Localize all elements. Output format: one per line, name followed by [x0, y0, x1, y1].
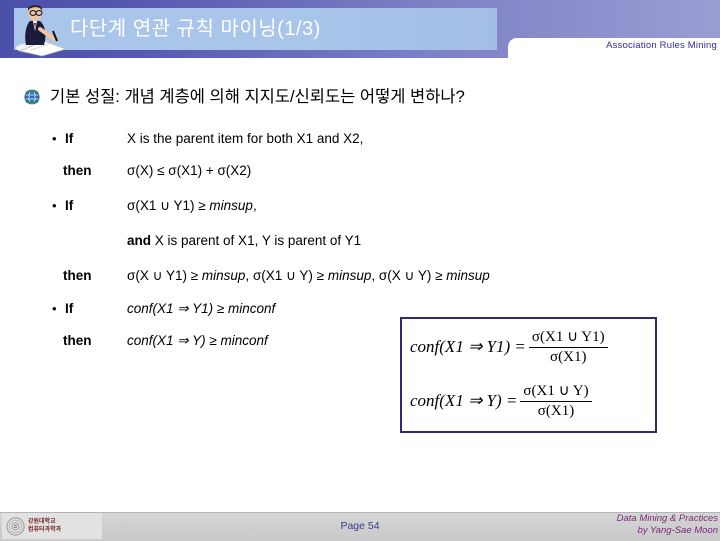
- formula-2-lhs: conf(X1 ⇒ Y) =: [410, 390, 518, 410]
- formula-1-denominator: σ(X1): [550, 349, 587, 365]
- formula-1-lhs: conf(X1 ⇒ Y1) =: [410, 336, 526, 356]
- block2-and-text: and X is parent of X1, Y is parent of Y1: [127, 233, 362, 248]
- block2-if-line: • If σ(X1 ∪ Y1) ≥ minsup,: [0, 195, 720, 217]
- then-keyword: then: [63, 333, 92, 348]
- then-keyword: then: [63, 268, 92, 283]
- if-keyword: If: [65, 301, 74, 316]
- formula-2-fraction: σ(X1 ∪ Y) σ(X1): [520, 381, 592, 420]
- block2-if-text: σ(X1 ∪ Y1) ≥ minsup,: [127, 198, 257, 213]
- if-keyword: If: [65, 131, 74, 146]
- subtitle-label: Association Rules Mining: [606, 40, 717, 51]
- formula-1-numerator: σ(X1 ∪ Y1): [528, 327, 608, 348]
- block3-then-text: conf(X1 ⇒ Y) ≥ minconf: [127, 333, 268, 348]
- and-keyword: and: [127, 233, 152, 248]
- if-keyword: If: [65, 198, 74, 213]
- block1-then-line: then σ(X) ≤ σ(X1) + σ(X2): [0, 160, 720, 182]
- formula-equation-2: conf(X1 ⇒ Y) = σ(X1 ∪ Y) σ(X1): [410, 381, 592, 420]
- block2-then-text: σ(X ∪ Y1) ≥ minsup, σ(X1 ∪ Y) ≥ minsup, …: [127, 268, 490, 283]
- block2-then-line: then σ(X ∪ Y1) ≥ minsup, σ(X1 ∪ Y) ≥ min…: [0, 265, 720, 287]
- formula-equation-1: conf(X1 ⇒ Y1) = σ(X1 ∪ Y1) σ(X1): [410, 327, 608, 366]
- minsup-italic: minsup: [209, 198, 253, 213]
- page-title: 다단계 연관 규칙 마이닝(1/3): [70, 18, 321, 40]
- bullet-dot: •: [52, 198, 57, 213]
- bullet-dot: •: [52, 301, 57, 316]
- main-bullet-label: 기본 성질: 개념 계층에 의해 지지도/신뢰도는 어떻게 변하나?: [50, 88, 465, 106]
- bullet-dot: •: [52, 131, 57, 146]
- formula-2-denominator: σ(X1): [537, 403, 575, 419]
- block3-if-text: conf(X1 ⇒ Y1) ≥ minconf: [127, 301, 276, 316]
- formula-2-numerator: σ(X1 ∪ Y): [520, 381, 592, 402]
- block2-and-line: and X is parent of X1, Y is parent of Y1: [0, 230, 720, 252]
- block1-if-line: • If X is the parent item for both X1 an…: [0, 128, 720, 150]
- formula-1-fraction: σ(X1 ∪ Y1) σ(X1): [528, 327, 608, 366]
- footer-credits: Data Mining & Practices by Yang-Sae Moon: [478, 513, 718, 537]
- person-writing-icon: [14, 1, 70, 57]
- credit-line-2: by Yang-Sae Moon: [637, 525, 718, 536]
- then-keyword: then: [63, 163, 92, 178]
- main-bullet: 기본 성질: 개념 계층에 의해 지지도/신뢰도는 어떻게 변하나?: [24, 85, 684, 111]
- formula-box: conf(X1 ⇒ Y1) = σ(X1 ∪ Y1) σ(X1) conf(X1…: [400, 317, 657, 433]
- block1-then-text: σ(X) ≤ σ(X1) + σ(X2): [127, 163, 252, 178]
- credit-line-1: Data Mining & Practices: [616, 513, 718, 524]
- globe-icon: [24, 89, 40, 105]
- block1-if-text: X is the parent item for both X1 and X2,: [127, 131, 364, 146]
